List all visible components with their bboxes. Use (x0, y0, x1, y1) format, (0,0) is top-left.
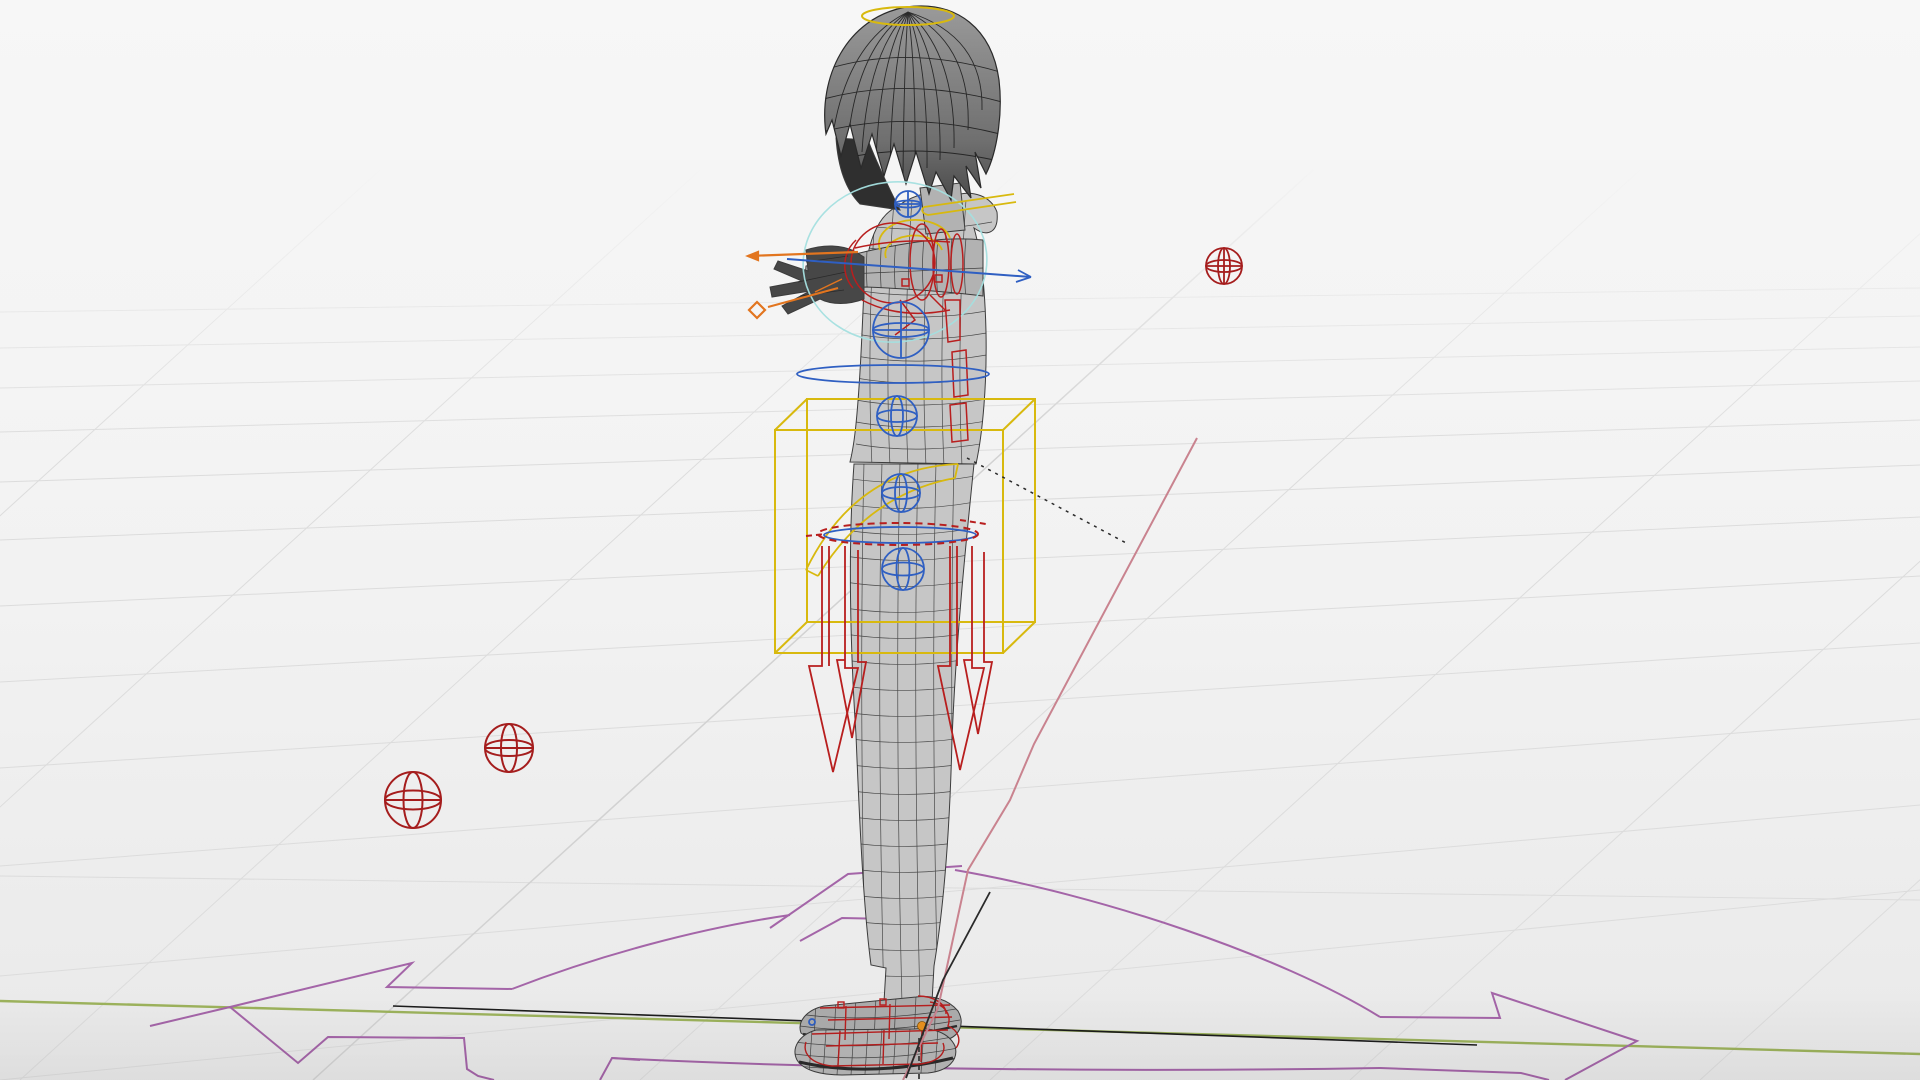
floor-bottom-shade (0, 990, 1920, 1080)
viewport-root (0, 0, 1920, 1080)
viewport-canvas[interactable] (0, 0, 1920, 1080)
neck-sphere[interactable] (894, 190, 922, 218)
ball-gizmo-upper-right[interactable] (1205, 247, 1243, 285)
chest-circle[interactable] (872, 301, 930, 359)
